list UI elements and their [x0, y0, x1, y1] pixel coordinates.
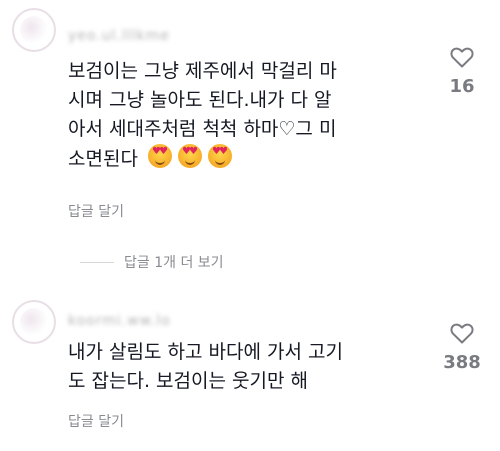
comment-username[interactable]: koormi.ww.lo: [68, 313, 171, 329]
view-more-replies-label: 답글 1개 더 보기: [124, 255, 224, 271]
comment-text-line: 아서 세대주처럼 척척 하마♡그 미: [68, 118, 337, 140]
heart-eyes-emoji-icon: [207, 144, 232, 168]
comment-text-line-part: 소면된다: [68, 148, 138, 170]
avatar[interactable]: [12, 300, 56, 344]
reply-button[interactable]: 답글 달기: [68, 411, 124, 431]
avatar[interactable]: [12, 8, 56, 52]
divider-line: [80, 261, 114, 263]
comment-text-line: 시며 그냥 놀아도 된다.내가 다 알: [68, 89, 332, 111]
like-count: 16: [449, 76, 475, 97]
comment-text: 내가 살림도 하고 바다에 가서 고기 도 잡는다. 보검이는 웃기만 해: [68, 338, 418, 396]
comment-text: 보검이는 그냥 제주에서 막걸리 마 시며 그냥 놀아도 된다.내가 다 알 아…: [68, 57, 418, 174]
comment-text-line: 도 잡는다. 보검이는 웃기만 해: [68, 370, 308, 392]
reply-button[interactable]: 답글 달기: [68, 201, 124, 221]
like-count: 388: [443, 352, 481, 373]
heart-eyes-emoji-icon: [147, 144, 172, 168]
view-more-replies[interactable]: 답글 1개 더 보기: [80, 252, 224, 272]
comment-text-line: 내가 살림도 하고 바다에 가서 고기: [68, 341, 343, 363]
heart-icon: [450, 47, 474, 68]
like-button[interactable]: 388: [437, 322, 487, 373]
heart-eyes-emoji-icon: [177, 144, 202, 168]
comment-username[interactable]: yeo.ul.lllkme: [68, 28, 170, 44]
comment-text-line: 소면된다: [68, 144, 418, 174]
like-button[interactable]: 16: [437, 46, 487, 97]
heart-icon: [450, 323, 474, 344]
comment-text-line: 보검이는 그냥 제주에서 막걸리 마: [68, 60, 337, 82]
